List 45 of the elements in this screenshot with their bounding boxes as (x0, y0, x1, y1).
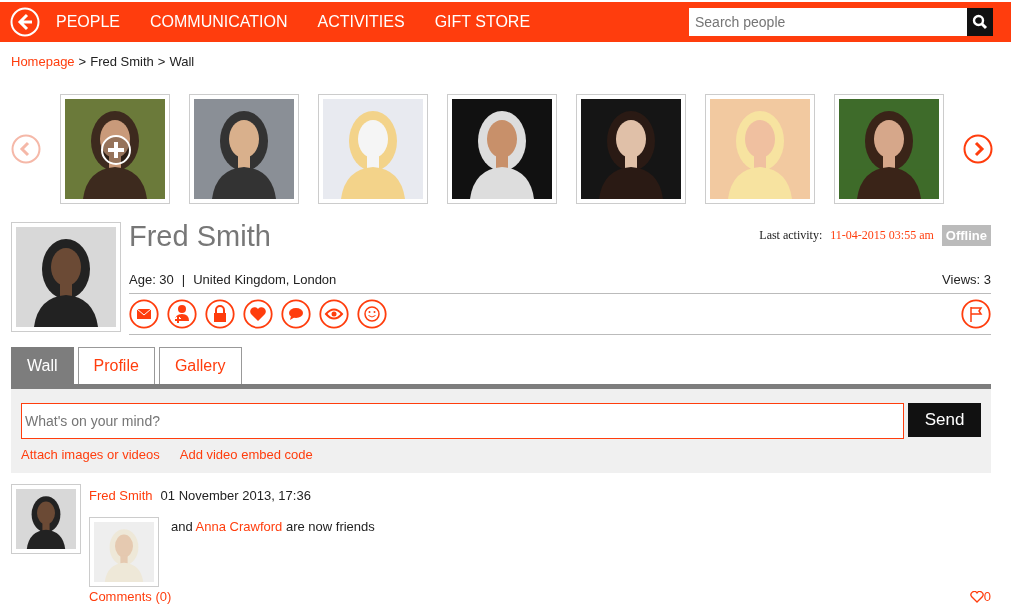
like-count: 0 (983, 589, 991, 605)
flag-button[interactable] (961, 299, 991, 329)
breadcrumb-text: > (157, 53, 166, 71)
nav-link[interactable]: GIFT STORE (434, 10, 531, 34)
tab[interactable]: Profile (77, 347, 155, 384)
author-link[interactable]: Fred Smith (89, 485, 153, 505)
location-text: United Kingdom, London (193, 270, 337, 289)
search-button[interactable] (967, 8, 993, 36)
nav-link[interactable]: ACTIVITIES (317, 10, 405, 34)
heart-button[interactable] (243, 299, 273, 329)
search-field[interactable]: Search people (689, 8, 967, 36)
last-activity-time: 11-04-2015 03:55 am (830, 227, 934, 245)
tab[interactable]: Gallery (158, 347, 242, 384)
nav-link[interactable]: PEOPLE (56, 10, 121, 34)
back-button[interactable] (10, 7, 40, 37)
eye-button[interactable] (319, 299, 349, 329)
nav-link[interactable]: COMMUNICATION (150, 10, 288, 34)
last-activity-label: Last activity: (759, 227, 823, 245)
friend-link[interactable]: Anna Crawford (195, 519, 283, 534)
mail-button[interactable] (129, 299, 159, 329)
heart-icon[interactable] (969, 590, 984, 603)
add-icon[interactable] (100, 133, 132, 166)
breadcrumb-link[interactable]: Homepage (11, 52, 75, 72)
attach-link[interactable]: Attach images or videos (21, 445, 160, 465)
lock-button[interactable] (205, 299, 235, 329)
views-text: Views: 3 (942, 270, 991, 289)
separator-text: | (181, 270, 186, 289)
breadcrumb-text: > (78, 53, 87, 71)
attach-link[interactable]: Add video embed code (179, 445, 313, 465)
smiley-button[interactable] (357, 299, 387, 329)
comments-link[interactable]: Comments (0) (89, 589, 172, 605)
tab[interactable]: Wall (11, 347, 74, 384)
search-icon[interactable] (972, 14, 988, 30)
profile-name: Fred Smith (129, 221, 271, 251)
post-field[interactable]: What's on your mind? (21, 403, 904, 439)
add-friend-button[interactable] (167, 299, 197, 329)
post-text: and Anna Crawford are now friends (171, 518, 375, 536)
send-button[interactable]: Send (908, 403, 981, 437)
next-button[interactable] (963, 133, 993, 164)
chat-button[interactable] (281, 299, 311, 329)
breadcrumb-text: Fred Smith (90, 53, 154, 71)
age-text: Age: 30 (129, 270, 174, 289)
post-time: 01 November 2013, 17:36 (160, 486, 311, 505)
breadcrumb-text: Wall (169, 53, 195, 71)
status-badge: Offline (941, 224, 991, 246)
